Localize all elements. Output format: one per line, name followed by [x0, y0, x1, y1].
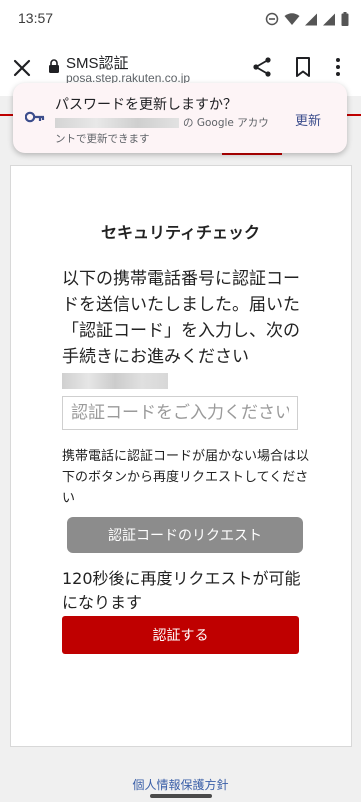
- wifi-icon: [284, 12, 300, 25]
- verification-code-input[interactable]: [62, 396, 298, 430]
- wait-message: 120秒後に再度リクエストが可能になります: [62, 569, 301, 612]
- verify-button[interactable]: 認証する: [62, 616, 299, 654]
- masked-account: [55, 118, 179, 128]
- password-update-prompt: パスワードを更新しますか？ の Google アカウ ントで更新できます 更新: [13, 83, 347, 153]
- status-bar: 13:57: [0, 0, 361, 38]
- update-password-button[interactable]: 更新: [295, 110, 321, 129]
- masked-phone-number: [62, 373, 168, 389]
- share-icon[interactable]: [250, 55, 274, 79]
- battery-icon: [341, 12, 349, 26]
- signal-2-icon: [323, 13, 335, 25]
- status-icons: [265, 11, 349, 27]
- signal-icon: [305, 13, 317, 25]
- password-prompt-subtitle: の Google アカウ: [55, 115, 269, 130]
- close-icon[interactable]: [10, 56, 34, 80]
- password-prompt-subtitle-2: ントで更新できます: [55, 133, 150, 145]
- more-menu-icon[interactable]: [326, 55, 350, 79]
- key-icon: [25, 111, 45, 123]
- privacy-policy-link[interactable]: 個人情報保護方針: [0, 776, 361, 793]
- home-indicator[interactable]: [150, 794, 212, 798]
- bookmark-icon[interactable]: [291, 55, 315, 79]
- do-not-disturb-icon: [265, 12, 279, 26]
- sent-message: 以下の携帯電話番号に認証コードを送信いたしました。届いた「認証コード」を入力し、…: [62, 269, 300, 367]
- page-heading: セキュリティチェック: [100, 223, 261, 242]
- resend-notice: 携帯電話に認証コードが届かない場合は以下のボタンから再度リクエストしてください: [62, 449, 310, 506]
- password-prompt-title: パスワードを更新しますか？: [55, 97, 237, 113]
- status-time: 13:57: [18, 10, 54, 26]
- page-title: SMS認証: [66, 55, 129, 72]
- request-code-button[interactable]: 認証コードのリクエスト: [67, 517, 303, 553]
- lock-icon: [49, 59, 59, 73]
